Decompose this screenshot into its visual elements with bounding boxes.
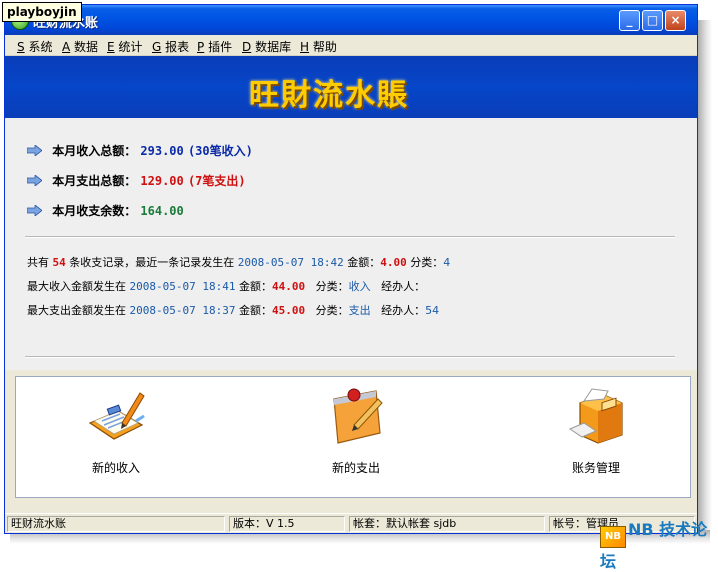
max-expense-category: 支出: [348, 304, 371, 317]
balance-row: 本月收支余数： 164.00: [27, 202, 184, 219]
menu-data[interactable]: A 数据: [62, 38, 98, 55]
divider: [25, 356, 675, 358]
max-expense-time: 2008-05-07 18:37: [129, 304, 236, 317]
latest-record-amount: 4.00: [380, 256, 407, 269]
amount-label: 金额：: [238, 280, 272, 293]
status-app-name: 旺财流水账: [7, 516, 225, 532]
title-bar[interactable]: ✔ 旺财流水账 _ □ ×: [5, 5, 697, 35]
max-income-category: 收入: [348, 280, 371, 293]
category-label: 分类：: [410, 256, 444, 269]
file-cabinet-icon: [568, 388, 623, 444]
menu-reports[interactable]: G 报表: [152, 38, 189, 55]
window-shadow-right: [698, 20, 712, 530]
amount-label: 金额：: [347, 256, 381, 269]
app-banner: 旺財流水賬: [5, 56, 697, 118]
summary-panel: 本月收入总额： 293.00 (30笔收入) 本月支出总额： 129.00 (7…: [5, 118, 697, 370]
nb-cube-icon: NB: [600, 526, 626, 548]
arrow-right-icon: [27, 205, 42, 216]
clipboard-pencil-icon: [88, 392, 145, 440]
handler-label: 经办人：: [381, 280, 426, 293]
info-text: 共有: [27, 256, 49, 269]
forum-logo: NB NB 技术论坛: [600, 516, 712, 571]
balance-label: 本月收支余数：: [52, 204, 137, 218]
arrow-right-icon: [27, 145, 42, 156]
info-text: 条收支记录，最近一条记录发生在: [69, 256, 235, 269]
income-total-value: 293.00: [140, 144, 184, 158]
income-total-label: 本月收入总额：: [52, 144, 137, 158]
status-bar: 旺财流水账 版本：V 1.5 帐套：默认帐套 sjdb 帐号：管理员: [5, 513, 697, 533]
menu-bar: S 系统 A 数据 E 统计 G 报表 P 插件 D 数据库 H 帮助: [5, 35, 697, 56]
expense-total-label: 本月支出总额：: [52, 174, 137, 188]
note-pencil-icon: [333, 388, 383, 444]
new-income-button[interactable]: 新的收入: [56, 385, 176, 489]
max-expense-handler: 54: [425, 304, 440, 317]
banner-logo-text: 旺財流水賬: [249, 78, 409, 113]
username-watermark: playboyjin: [2, 2, 82, 22]
max-expense-line: 最大支出金额发生在 2008-05-07 18:37 金额：45.00 分类：支…: [27, 302, 439, 318]
divider: [25, 236, 675, 238]
status-account-set: 帐套：默认帐套 sjdb: [349, 516, 545, 532]
category-label: 分类：: [315, 280, 349, 293]
maximize-button[interactable]: □: [642, 10, 663, 31]
menu-system[interactable]: S 系统: [17, 38, 52, 55]
arrow-right-icon: [27, 175, 42, 186]
status-version: 版本：V 1.5: [229, 516, 345, 532]
handler-label: 经办人：: [381, 304, 426, 317]
income-count: (30笔收入): [187, 144, 253, 158]
quick-actions-panel: 新的收入 新的支出 账务管理: [15, 376, 691, 498]
menu-help[interactable]: H 帮助: [300, 38, 337, 55]
minimize-button[interactable]: _: [619, 10, 640, 31]
record-count: 54: [52, 256, 66, 269]
info-text: 最大支出金额发生在: [27, 304, 126, 317]
menu-database[interactable]: D 数据库: [242, 38, 291, 55]
category-label: 分类：: [315, 304, 349, 317]
max-income-amount: 44.00: [271, 280, 306, 293]
expense-count: (7笔支出): [187, 174, 246, 188]
new-expense-label: 新的支出: [331, 461, 380, 475]
new-expense-button[interactable]: 新的支出: [296, 385, 416, 489]
max-income-line: 最大收入金额发生在 2008-05-07 18:41 金额：44.00 分类：收…: [27, 278, 425, 294]
account-management-button[interactable]: 账务管理: [536, 385, 656, 489]
expense-total-value: 129.00: [140, 174, 184, 188]
account-management-label: 账务管理: [571, 461, 620, 475]
amount-label: 金额：: [238, 304, 272, 317]
close-button[interactable]: ×: [665, 10, 686, 31]
latest-record-category: 4: [443, 256, 451, 269]
income-total-row: 本月收入总额： 293.00 (30笔收入): [27, 142, 253, 159]
latest-record-line: 共有 54 条收支记录，最近一条记录发生在 2008-05-07 18:42 金…: [27, 254, 450, 270]
latest-record-time: 2008-05-07 18:42: [237, 256, 344, 269]
menu-statistics[interactable]: E 统计: [107, 38, 142, 55]
info-text: 最大收入金额发生在: [27, 280, 126, 293]
menu-plugins[interactable]: P 插件: [197, 38, 232, 55]
app-window: ✔ 旺财流水账 _ □ × S 系统 A 数据 E 统计 G 报表 P 插件 D…: [4, 4, 698, 534]
max-expense-amount: 45.00: [271, 304, 306, 317]
balance-value: 164.00: [140, 204, 184, 218]
expense-total-row: 本月支出总额： 129.00 (7笔支出): [27, 172, 246, 189]
max-income-time: 2008-05-07 18:41: [129, 280, 236, 293]
new-income-label: 新的收入: [91, 461, 140, 475]
